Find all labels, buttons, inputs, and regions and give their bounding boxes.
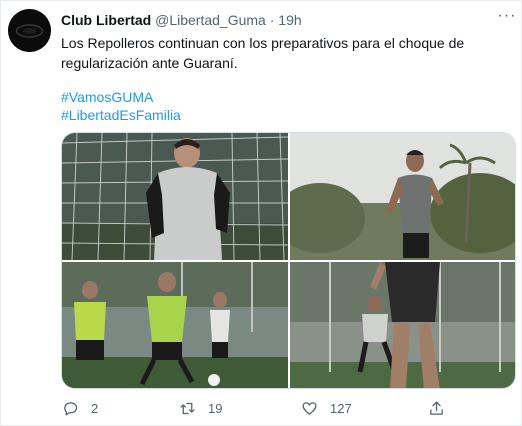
share-icon xyxy=(430,400,443,415)
photo-3[interactable] xyxy=(62,262,288,388)
share-button[interactable] xyxy=(428,397,445,419)
club-logo-icon xyxy=(8,9,51,52)
photo-player-running-icon xyxy=(290,133,515,260)
like-button[interactable]: 127 xyxy=(301,397,352,419)
reply-button[interactable]: 2 xyxy=(62,397,98,419)
tweet-header: Club Libertad @Libertad_Guma · 19h xyxy=(61,12,302,29)
photo-player-legs-icon xyxy=(290,262,515,388)
photo-1[interactable] xyxy=(62,133,288,260)
like-count: 127 xyxy=(330,400,352,416)
avatar[interactable] xyxy=(8,9,51,52)
tweet-actions: 2 19 127 xyxy=(1,397,522,419)
retweet-button[interactable]: 19 xyxy=(179,397,222,419)
hashtag-link[interactable]: #LibertadEsFamilia xyxy=(61,106,181,124)
more-options-icon[interactable]: ··· xyxy=(497,8,517,29)
separator: · xyxy=(269,12,275,28)
media-grid xyxy=(61,132,516,389)
reply-count: 2 xyxy=(91,400,99,416)
retweet-count: 19 xyxy=(208,400,223,416)
heart-icon xyxy=(302,401,317,415)
photo-4[interactable] xyxy=(290,262,515,388)
reply-icon xyxy=(64,401,78,416)
hashtag-link[interactable]: #VamosGUMA xyxy=(61,88,153,106)
handle[interactable]: @Libertad_Guma xyxy=(155,12,266,28)
photo-2[interactable] xyxy=(290,133,515,260)
retweet-icon xyxy=(180,402,195,414)
display-name[interactable]: Club Libertad xyxy=(61,12,151,28)
photo-player-goal-net-icon xyxy=(62,133,288,260)
tweet-card[interactable]: Club Libertad @Libertad_Guma · 19h ··· L… xyxy=(0,0,522,426)
tweet-text: Los Repolleros continuan con los prepara… xyxy=(61,35,465,71)
photo-players-ball-icon xyxy=(62,262,288,388)
timestamp[interactable]: 19h xyxy=(278,12,301,28)
